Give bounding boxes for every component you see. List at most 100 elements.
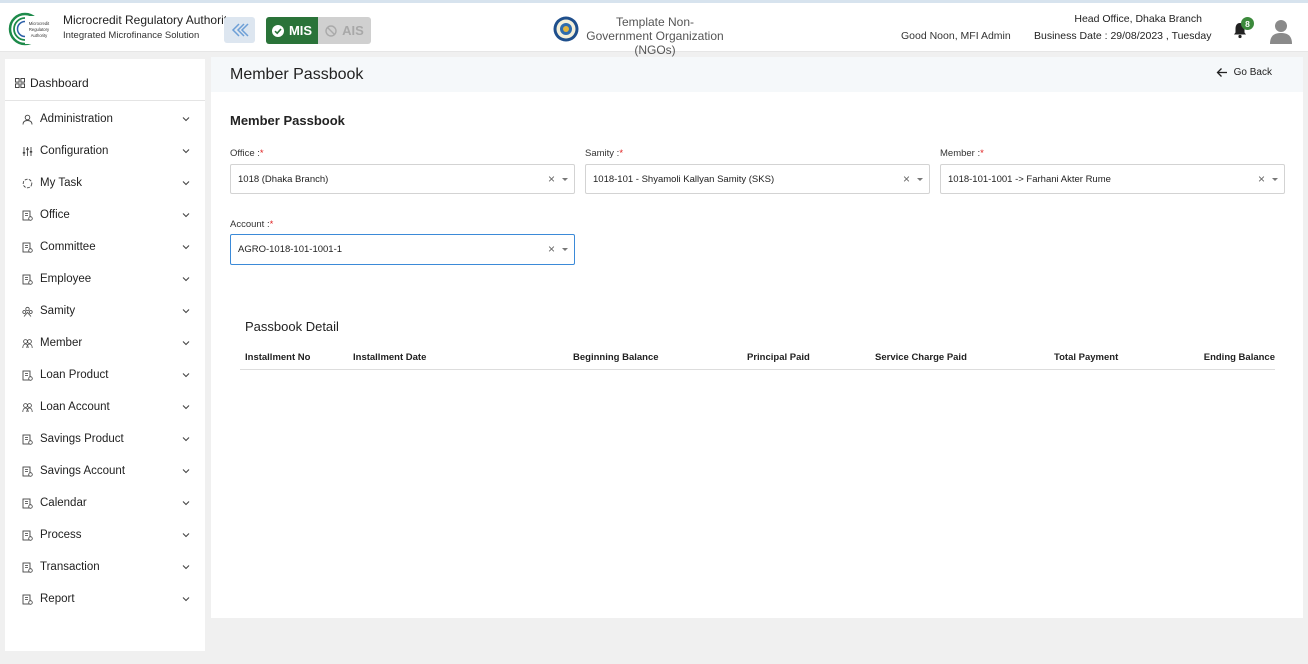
- go-back-button[interactable]: Go Back: [1216, 67, 1272, 78]
- sidebar: Dashboard Administration Configuration M…: [5, 59, 205, 651]
- sidebar-item-office[interactable]: Office: [5, 199, 205, 231]
- account-select-value: AGRO-1018-101-1001-1: [238, 244, 343, 255]
- clear-icon[interactable]: ×: [548, 172, 555, 186]
- samity-label: Samity :*: [585, 148, 623, 159]
- sidebar-item-administration[interactable]: Administration: [5, 103, 205, 135]
- svg-text:Microcredit: Microcredit: [29, 21, 50, 26]
- clear-icon[interactable]: ×: [903, 172, 910, 186]
- go-back-label: Go Back: [1233, 67, 1272, 78]
- collapse-sidebar-button[interactable]: [224, 17, 255, 43]
- member-label-text: Member :: [940, 148, 981, 159]
- column-header[interactable]: Ending Balance: [1204, 352, 1275, 363]
- sidebar-item-transaction[interactable]: Transaction: [5, 551, 205, 583]
- chevron-down-icon: [182, 309, 190, 314]
- svg-text:Authority: Authority: [31, 33, 48, 38]
- column-header[interactable]: Service Charge Paid: [875, 352, 967, 363]
- mra-logo[interactable]: Microcredit Regulatory Authority: [8, 12, 56, 46]
- committee-icon: [21, 241, 33, 253]
- chevron-down-icon: [182, 341, 190, 346]
- sidebar-item-employee[interactable]: Employee: [5, 263, 205, 295]
- page-title: Member Passbook: [230, 66, 364, 83]
- samity-icon: [21, 305, 33, 317]
- double-chevron-left-icon: [231, 23, 249, 37]
- samity-select[interactable]: 1018-101 - Shyamoli Kallyan Samity (SKS)…: [585, 164, 930, 194]
- column-header[interactable]: Beginning Balance: [573, 352, 659, 363]
- org-seal-logo: [553, 16, 579, 42]
- sidebar-item-label: Loan Account: [40, 401, 110, 413]
- dropdown-caret-icon[interactable]: [562, 248, 568, 251]
- chevron-down-icon: [182, 149, 190, 154]
- sidebar-item-calendar[interactable]: Calendar: [5, 487, 205, 519]
- chevron-down-icon: [182, 373, 190, 378]
- ais-toggle-button[interactable]: AIS: [318, 17, 371, 44]
- column-header[interactable]: Total Payment: [1054, 352, 1118, 363]
- sidebar-item-savings-product[interactable]: Savings Product: [5, 423, 205, 455]
- sidebar-item-samity[interactable]: Samity: [5, 295, 205, 327]
- employee-icon: [21, 273, 33, 285]
- chevron-down-icon: [182, 501, 190, 506]
- chevron-down-icon: [182, 117, 190, 122]
- sidebar-item-loan-account[interactable]: Loan Account: [5, 391, 205, 423]
- organization-name: Template Non-Government Organization (NG…: [586, 15, 724, 57]
- office-name: Head Office, Dhaka Branch: [1074, 13, 1202, 25]
- sidebar-item-process[interactable]: Process: [5, 519, 205, 551]
- mis-toggle-button[interactable]: MIS: [266, 17, 318, 44]
- chevron-down-icon: [182, 533, 190, 538]
- sliders-icon: [21, 145, 33, 157]
- grid-icon: [15, 78, 25, 88]
- sidebar-item-label: Savings Product: [40, 433, 124, 445]
- sidebar-item-label: Employee: [40, 273, 92, 285]
- sidebar-item-member[interactable]: Member: [5, 327, 205, 359]
- chevron-down-icon: [182, 181, 190, 186]
- account-label-text: Account :: [230, 219, 270, 230]
- column-header[interactable]: Installment No: [245, 352, 310, 363]
- chevron-down-icon: [182, 405, 190, 410]
- sidebar-item-committee[interactable]: Committee: [5, 231, 205, 263]
- admin-icon: [21, 113, 33, 125]
- user-avatar-icon[interactable]: [1269, 18, 1293, 44]
- clear-icon[interactable]: ×: [1258, 172, 1265, 186]
- clear-icon[interactable]: ×: [548, 242, 555, 256]
- sidebar-item-configuration[interactable]: Configuration: [5, 135, 205, 167]
- sidebar-item-label: Process: [40, 529, 82, 541]
- chevron-down-icon: [182, 597, 190, 602]
- account-select[interactable]: AGRO-1018-101-1001-1 ×: [230, 234, 575, 265]
- dropdown-caret-icon[interactable]: [562, 178, 568, 181]
- member-icon: [21, 337, 33, 349]
- sidebar-item-my-task[interactable]: My Task: [5, 167, 205, 199]
- sidebar-item-savings-account[interactable]: Savings Account: [5, 455, 205, 487]
- sidebar-item-label: Loan Product: [40, 369, 109, 381]
- sidebar-item-report[interactable]: Report: [5, 583, 205, 615]
- savings-product-icon: [21, 433, 33, 445]
- user-greeting: Good Noon, MFI Admin: [901, 30, 1011, 42]
- office-label: Office :*: [230, 148, 264, 159]
- form-section-title: Member Passbook: [230, 113, 345, 128]
- member-select-value: 1018-101-1001 -> Farhani Akter Rume: [948, 173, 1111, 185]
- sidebar-item-loan-product[interactable]: Loan Product: [5, 359, 205, 391]
- sidebar-item-label: Administration: [40, 113, 113, 125]
- office-select[interactable]: 1018 (Dhaka Branch) ×: [230, 164, 575, 194]
- chevron-down-icon: [182, 437, 190, 442]
- sidebar-menu: Administration Configuration My Task Off…: [5, 103, 205, 615]
- ban-icon: [325, 24, 337, 37]
- samity-select-value: 1018-101 - Shyamoli Kallyan Samity (SKS): [593, 173, 775, 185]
- main-content: Member Passbook Go Back Member Passbook …: [211, 57, 1303, 618]
- brand-subtitle: Integrated Microfinance Solution: [63, 30, 200, 41]
- sidebar-item-dashboard[interactable]: Dashboard: [15, 76, 89, 90]
- member-select[interactable]: 1018-101-1001 -> Farhani Akter Rume ×: [940, 164, 1285, 194]
- top-header: Microcredit Regulatory Authority Microcr…: [0, 3, 1308, 57]
- dropdown-caret-icon[interactable]: [1272, 178, 1278, 181]
- notification-count-badge: 8: [1241, 17, 1254, 30]
- column-header[interactable]: Principal Paid: [747, 352, 810, 363]
- dropdown-caret-icon[interactable]: [917, 178, 923, 181]
- column-header[interactable]: Installment Date: [353, 352, 426, 363]
- required-marker: *: [259, 148, 264, 159]
- sidebar-item-label: Calendar: [40, 497, 87, 509]
- brand-title: Microcredit Regulatory Authority: [63, 13, 234, 27]
- sidebar-item-label: Committee: [40, 241, 96, 253]
- loan-product-icon: [21, 369, 33, 381]
- sidebar-item-label: Dashboard: [30, 76, 89, 90]
- sidebar-item-label: Transaction: [40, 561, 100, 573]
- page-header: Member Passbook Go Back: [211, 57, 1303, 92]
- loan-account-icon: [21, 401, 33, 413]
